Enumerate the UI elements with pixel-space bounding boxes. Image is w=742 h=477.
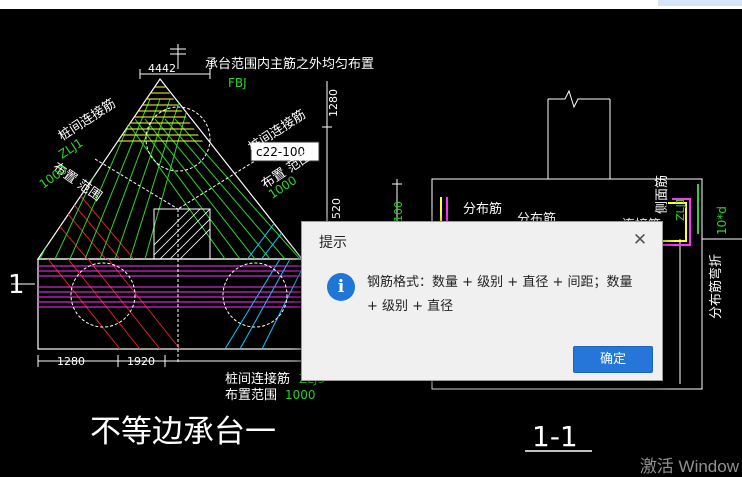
side-face-bar-label: 侧面筋	[654, 175, 670, 214]
dim-100-vertical-label: 100	[392, 201, 405, 222]
dialog-title: 提示	[319, 235, 347, 251]
bent-bar-label: 分布筋弯折	[708, 254, 724, 319]
left-section-title: 不等边承台一	[90, 414, 276, 450]
bottom-range-label: 布置范围	[225, 388, 277, 403]
info-icon: i	[327, 273, 355, 301]
center-box	[153, 208, 211, 260]
dim-4442-label: 4442	[148, 62, 176, 75]
right-section-title: 1-1	[532, 420, 578, 453]
dim-1280-vertical-label: 1280	[327, 89, 340, 117]
dist-bar-label-1: 分布筋	[463, 201, 502, 217]
bottom-conn-title: 桩间连接筋	[225, 371, 290, 387]
prompt-dialog: 提示 ✕ i 钢筋格式：数量 + 级别 + 直径 + 间距；数量 + 级别 + …	[301, 221, 663, 381]
dim-1920-label: 1920	[127, 355, 155, 368]
dialog-header: 提示 ✕	[302, 222, 662, 260]
zlj-vertical-tag: ZLJ1	[674, 197, 687, 221]
activation-watermark: 激活 Window	[639, 457, 739, 476]
left-conn-title: 桩间连接筋	[55, 96, 118, 145]
magenta-rebar-band	[38, 265, 302, 308]
top-window-bar	[0, 0, 742, 9]
dialog-message: 钢筋格式：数量 + 级别 + 直径 + 间距；数量 + 级别 + 直径	[367, 275, 633, 314]
dashed-connector-lines	[94, 158, 259, 364]
top-note-label: 承台范围内主筋之外均匀布置	[205, 56, 374, 72]
ok-button[interactable]: 确定	[573, 346, 653, 373]
close-icon[interactable]: ✕	[630, 230, 650, 250]
count-label: 10*d	[715, 206, 729, 235]
fbj-label: FBJ	[228, 76, 247, 90]
dim-520-label: 520	[330, 198, 343, 219]
top-bar-accent	[658, 0, 742, 6]
dim-1280-horizontal-label: 1280	[57, 355, 85, 368]
bottom-range-value: 1000	[285, 388, 316, 402]
section-marker-label: 1	[8, 270, 25, 300]
